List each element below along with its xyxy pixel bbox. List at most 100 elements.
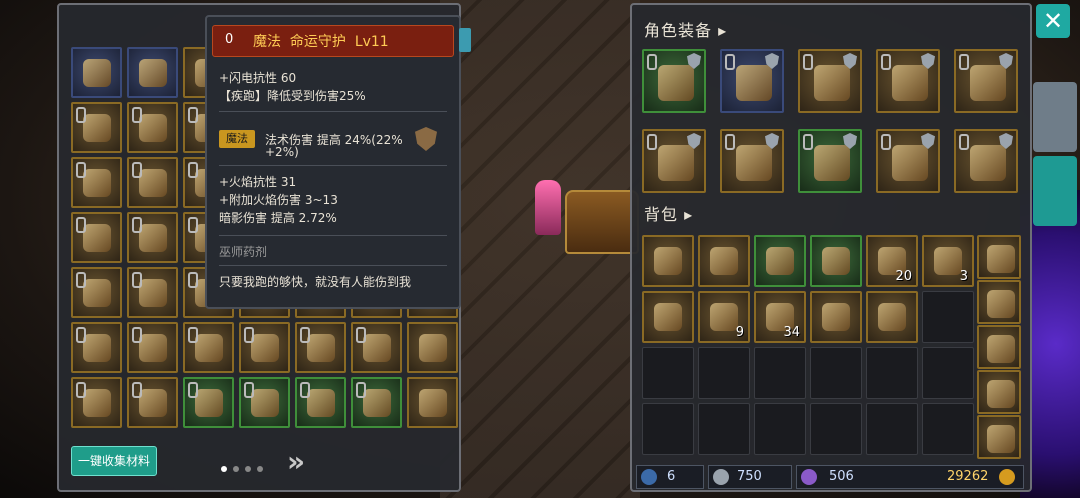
equipment-slot[interactable] — [876, 129, 940, 193]
item-icon — [83, 114, 111, 142]
storage-slot[interactable] — [127, 377, 178, 428]
treasure-chest[interactable] — [565, 190, 639, 254]
bag-slot[interactable] — [922, 347, 974, 399]
storage-slot[interactable] — [183, 322, 234, 373]
equipment-slot[interactable] — [720, 49, 784, 113]
page-dot[interactable] — [245, 466, 251, 472]
bag-slot[interactable] — [810, 235, 862, 287]
bag-slot[interactable]: 3 — [922, 235, 974, 287]
storage-slot[interactable] — [71, 102, 122, 153]
bag-slot[interactable] — [698, 235, 750, 287]
storage-slot[interactable] — [71, 157, 122, 208]
bag-slot[interactable] — [866, 347, 918, 399]
storage-slot[interactable] — [71, 377, 122, 428]
crystal-icon — [641, 469, 657, 485]
helmet-tab-button[interactable] — [1033, 82, 1077, 152]
storage-slot[interactable] — [127, 47, 178, 98]
storage-slot[interactable] — [71, 47, 122, 98]
quick-material-slot[interactable] — [977, 415, 1021, 459]
equipment-icon — [814, 145, 850, 181]
storage-slot[interactable] — [239, 377, 290, 428]
page-dot[interactable] — [233, 466, 239, 472]
storage-slot[interactable] — [351, 322, 402, 373]
item-count: 34 — [783, 325, 800, 340]
equipment-slot[interactable] — [720, 129, 784, 193]
equipment-slot[interactable] — [642, 129, 706, 193]
lock-chain-icon — [76, 107, 86, 123]
equipment-slot[interactable] — [954, 129, 1018, 193]
bag-slot[interactable] — [810, 403, 862, 455]
lock-chain-icon — [132, 327, 142, 343]
bag-slot[interactable] — [698, 403, 750, 455]
lock-chain-icon — [188, 107, 198, 123]
equipment-icon — [892, 145, 928, 181]
lock-chain-icon — [188, 272, 198, 288]
bag-slot[interactable] — [810, 291, 862, 343]
lock-chain-icon — [76, 272, 86, 288]
bag-slot[interactable] — [754, 347, 806, 399]
lock-chain-icon — [356, 382, 366, 398]
bag-slot[interactable] — [642, 403, 694, 455]
storage-slot[interactable] — [295, 322, 346, 373]
bag-slot[interactable] — [922, 291, 974, 343]
storage-slot[interactable] — [127, 322, 178, 373]
bag-slot[interactable] — [866, 403, 918, 455]
helm-material-icon — [987, 425, 1015, 453]
bag-slot[interactable] — [810, 347, 862, 399]
bag-slot[interactable]: 20 — [866, 235, 918, 287]
bag-slot[interactable] — [754, 235, 806, 287]
storage-slot[interactable] — [127, 212, 178, 263]
quick-material-slot[interactable] — [977, 325, 1021, 369]
weapon-tab-button[interactable] — [1033, 156, 1077, 226]
lock-chain-icon — [244, 382, 254, 398]
set-name: 巫师药剂 — [219, 245, 268, 259]
material-slot[interactable] — [407, 377, 458, 428]
lock-chain-icon — [881, 134, 891, 150]
bag-slot[interactable] — [754, 403, 806, 455]
quick-material-slot[interactable] — [977, 280, 1021, 324]
item-icon — [363, 334, 391, 362]
collect-materials-button[interactable]: 一键收集材料 — [71, 446, 157, 476]
bag-slot[interactable]: 34 — [754, 291, 806, 343]
equipment-slot[interactable] — [798, 129, 862, 193]
equipment-icon — [736, 65, 772, 101]
equipment-slot[interactable] — [954, 49, 1018, 113]
storage-slot[interactable] — [183, 377, 234, 428]
storage-slot[interactable] — [71, 267, 122, 318]
quick-material-slot[interactable] — [977, 235, 1021, 279]
item-icon — [83, 389, 111, 417]
bag-slot[interactable] — [922, 403, 974, 455]
equipment-slot[interactable] — [798, 49, 862, 113]
helm-counter: 750 — [708, 465, 792, 489]
bag-slot[interactable]: 9 — [698, 291, 750, 343]
equipment-slot[interactable] — [642, 49, 706, 113]
storage-slot[interactable] — [239, 322, 290, 373]
bag-slot[interactable] — [866, 291, 918, 343]
item-count: 20 — [895, 269, 912, 284]
rank-badge-icon — [415, 127, 437, 151]
helm-material-icon — [419, 334, 447, 362]
storage-slot[interactable] — [127, 157, 178, 208]
bag-slot[interactable] — [642, 291, 694, 343]
storage-slot[interactable] — [71, 212, 122, 263]
page-dot[interactable] — [221, 466, 227, 472]
storage-slot[interactable] — [351, 377, 402, 428]
storage-slot[interactable] — [71, 322, 122, 373]
bag-slot[interactable] — [642, 235, 694, 287]
next-page-icon[interactable]: » — [287, 445, 305, 478]
storage-slot[interactable] — [127, 102, 178, 153]
bag-slot[interactable] — [642, 347, 694, 399]
tooltip-expand-button[interactable] — [459, 28, 471, 52]
material-slot[interactable] — [407, 322, 458, 373]
storage-slot[interactable] — [127, 267, 178, 318]
lock-chain-icon — [132, 382, 142, 398]
lock-chain-icon — [647, 54, 657, 70]
equipment-icon — [892, 65, 928, 101]
close-button[interactable]: ✕ — [1036, 4, 1070, 38]
storage-slot[interactable] — [295, 377, 346, 428]
bag-slot[interactable] — [698, 347, 750, 399]
page-dot[interactable] — [257, 466, 263, 472]
equipment-slot[interactable] — [876, 49, 940, 113]
equipment-icon — [658, 65, 694, 101]
quick-material-slot[interactable] — [977, 370, 1021, 414]
